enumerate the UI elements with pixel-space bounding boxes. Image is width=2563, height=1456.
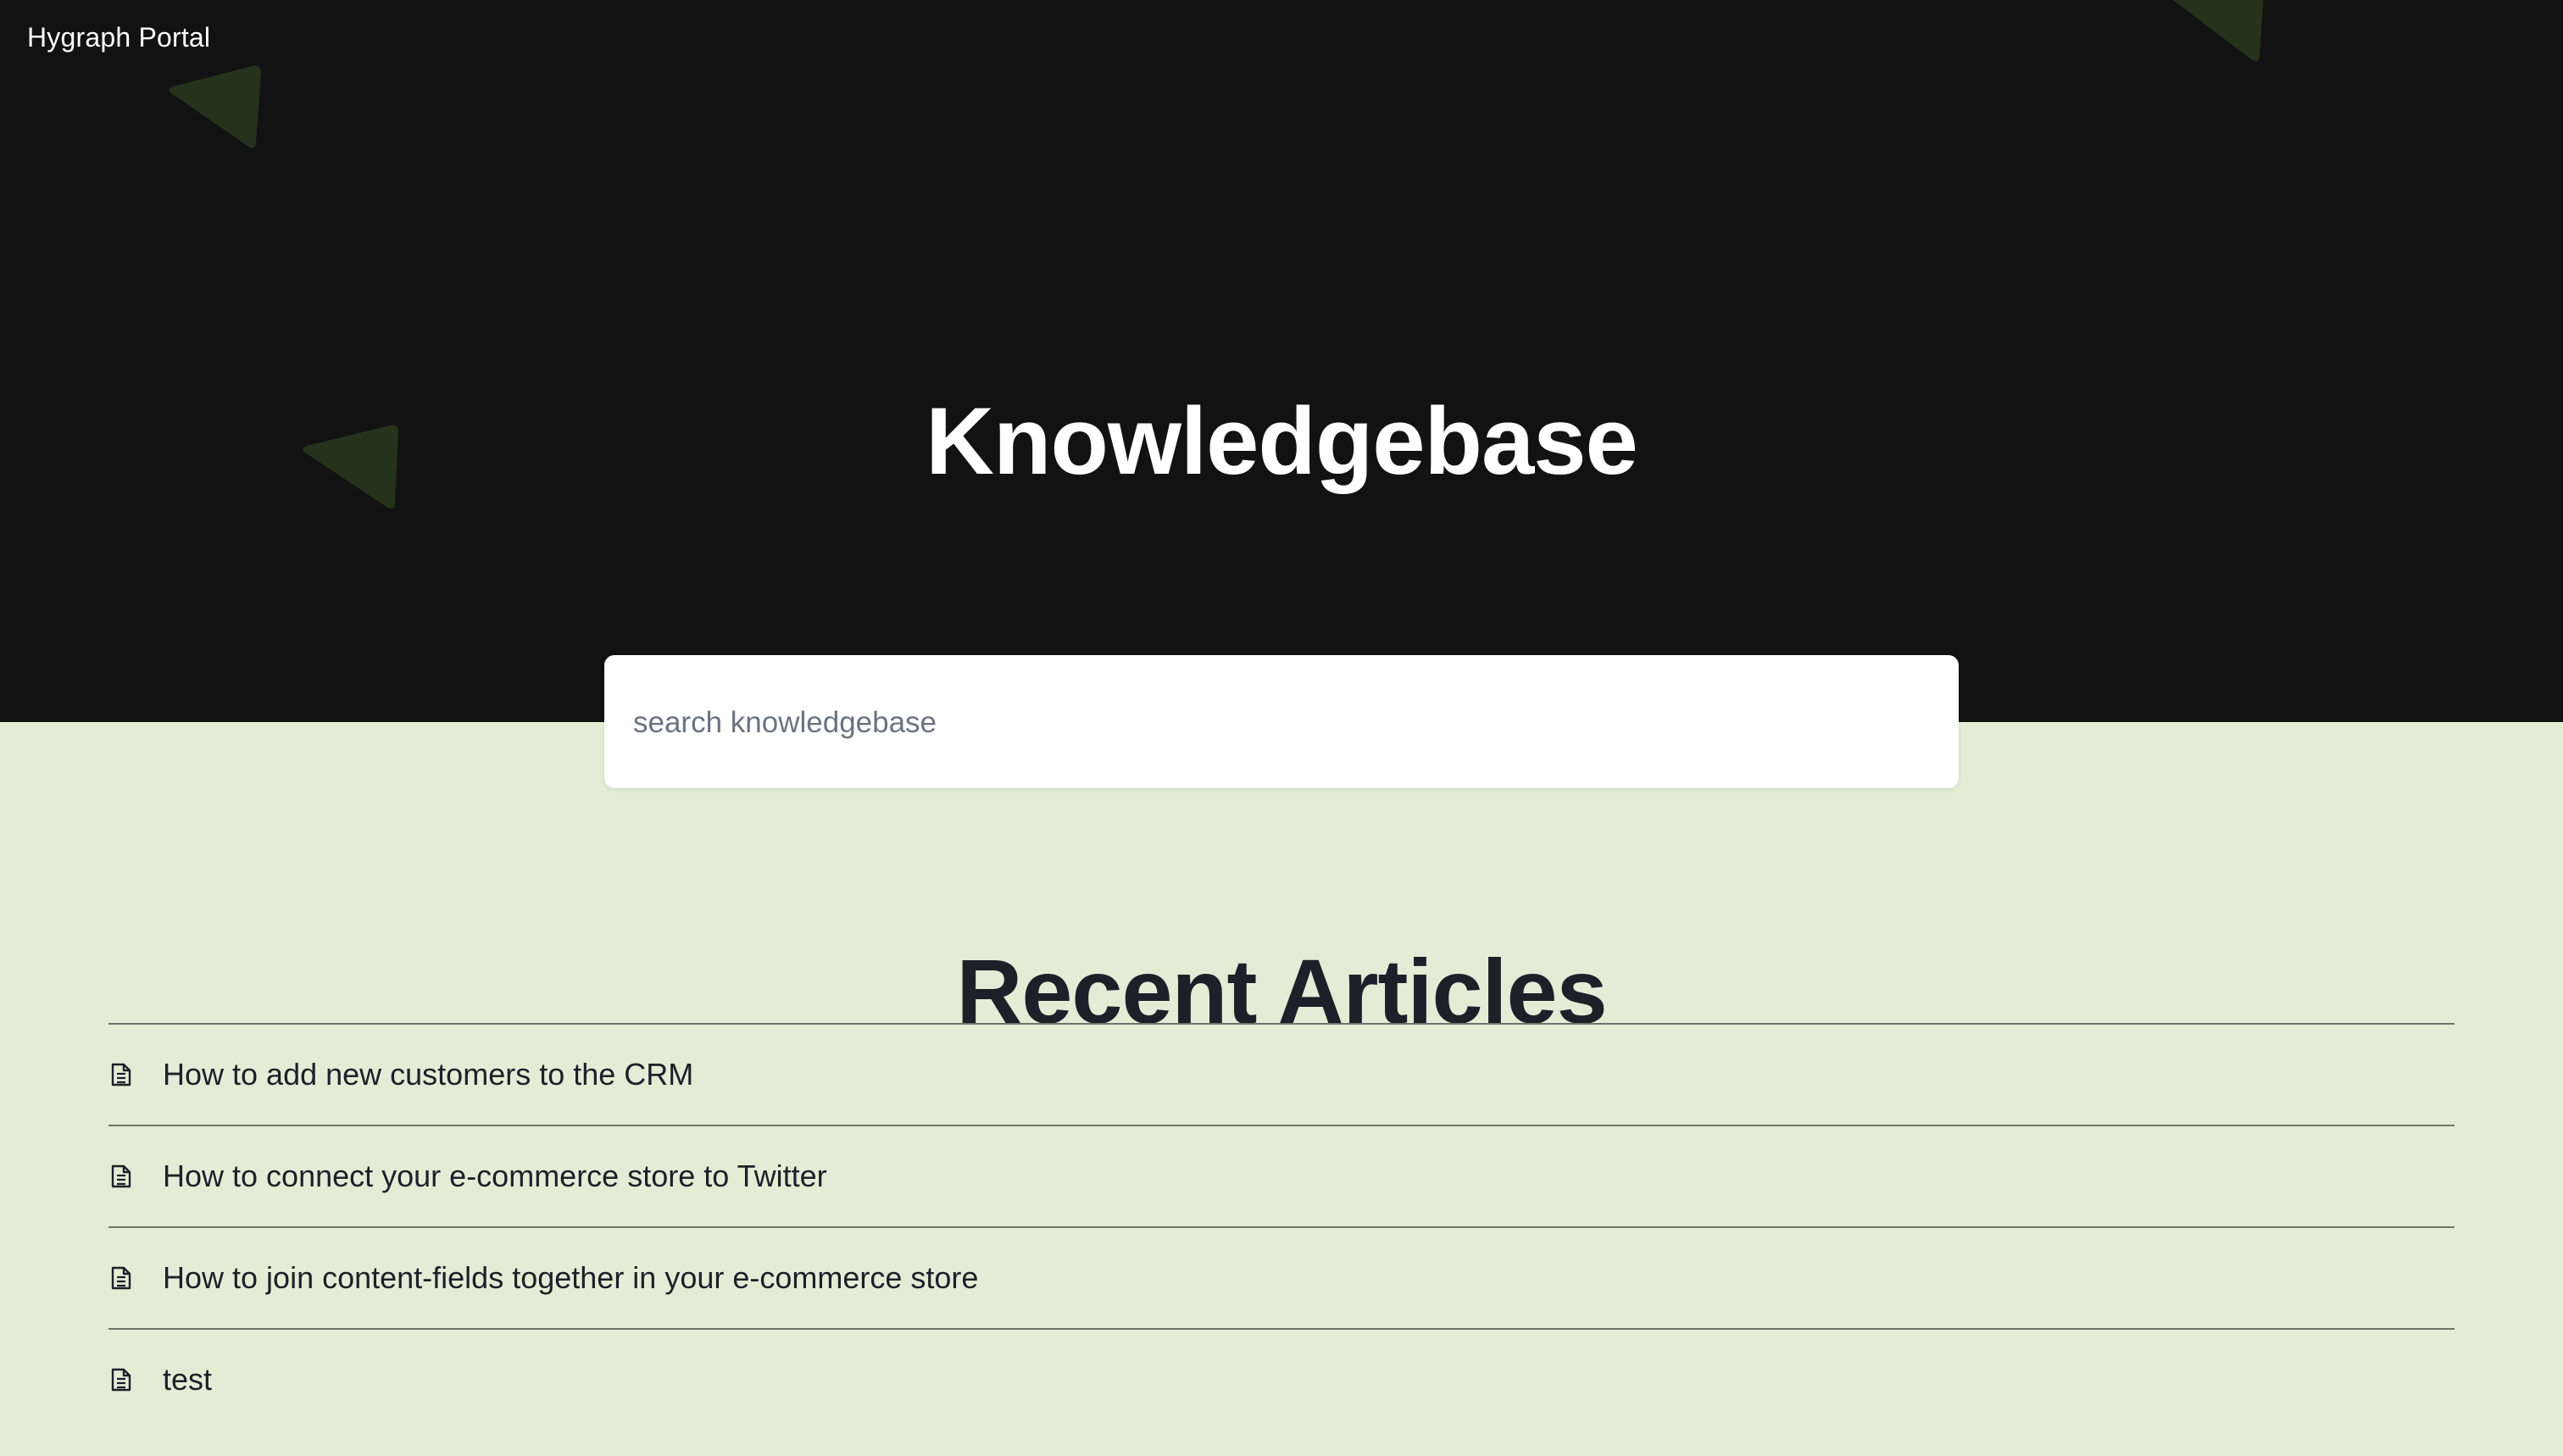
page-title: Knowledgebase (926, 388, 1638, 495)
search-box (604, 655, 1959, 790)
document-icon (111, 1164, 131, 1188)
document-icon (111, 1063, 131, 1086)
article-title: test (163, 1362, 213, 1397)
article-list-item[interactable]: test (108, 1328, 2455, 1430)
triangle-decoration-icon (2173, 0, 2264, 62)
document-icon (111, 1266, 131, 1290)
article-list-item[interactable]: How to join content-fields together in y… (108, 1226, 2455, 1328)
brand-link[interactable]: Hygraph Portal (27, 19, 210, 56)
article-title: How to connect your e-commerce store to … (163, 1159, 827, 1193)
hero-banner: Hygraph Portal Knowledgebase (0, 0, 2563, 722)
article-list-item[interactable]: How to connect your e-commerce store to … (108, 1125, 2455, 1226)
article-list-item[interactable]: How to add new customers to the CRM (108, 1023, 2455, 1125)
document-icon (111, 1368, 131, 1392)
search-input[interactable] (631, 655, 1932, 790)
triangle-decoration-icon (169, 65, 261, 148)
article-list: How to add new customers to the CRM How … (108, 1023, 2455, 1430)
article-title: How to add new customers to the CRM (163, 1057, 694, 1092)
article-title: How to join content-fields together in y… (163, 1260, 979, 1295)
